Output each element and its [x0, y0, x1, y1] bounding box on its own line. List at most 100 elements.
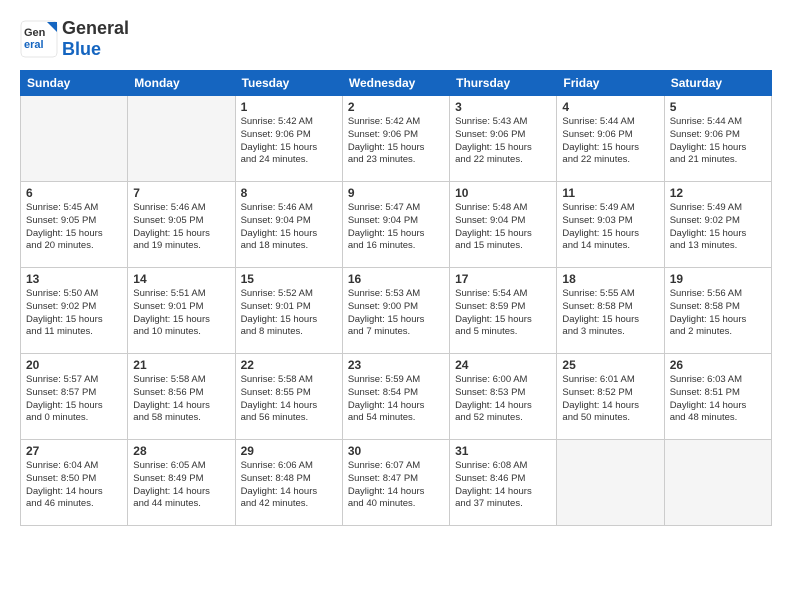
day-info: Sunrise: 5:54 AM Sunset: 8:59 PM Dayligh… [455, 288, 551, 339]
calendar-cell [664, 440, 771, 526]
svg-text:Gen: Gen [24, 27, 46, 39]
day-number: 22 [241, 358, 337, 372]
page-header: Gen eral General Blue [20, 18, 772, 60]
day-number: 18 [562, 272, 658, 286]
day-info: Sunrise: 5:57 AM Sunset: 8:57 PM Dayligh… [26, 374, 122, 425]
calendar-table: SundayMondayTuesdayWednesdayThursdayFrid… [20, 70, 772, 526]
day-info: Sunrise: 6:06 AM Sunset: 8:48 PM Dayligh… [241, 460, 337, 511]
day-info: Sunrise: 6:04 AM Sunset: 8:50 PM Dayligh… [26, 460, 122, 511]
day-number: 30 [348, 444, 444, 458]
day-number: 16 [348, 272, 444, 286]
day-info: Sunrise: 5:59 AM Sunset: 8:54 PM Dayligh… [348, 374, 444, 425]
calendar-cell: 3Sunrise: 5:43 AM Sunset: 9:06 PM Daylig… [450, 96, 557, 182]
day-number: 2 [348, 100, 444, 114]
day-info: Sunrise: 5:46 AM Sunset: 9:05 PM Dayligh… [133, 202, 229, 253]
calendar-cell: 22 Sunrise: 5:58 AM Sunset: 8:55 PM Dayli… [235, 354, 342, 440]
day-info: Sunrise: 5:42 AM Sunset: 9:06 PM Dayligh… [348, 116, 444, 167]
logo: Gen eral General Blue [20, 18, 129, 60]
calendar-cell: 16 Sunrise: 5:53 AM Sunset: 9:00 PM Dayli… [342, 268, 449, 354]
day-number: 24 [455, 358, 551, 372]
day-number: 27 [26, 444, 122, 458]
calendar-body: 1 Sunrise: 5:42 AM Sunset: 9:06 PM Daylig… [21, 96, 772, 526]
calendar-cell [21, 96, 128, 182]
calendar-week-row: 6 Sunrise: 5:45 AM Sunset: 9:05 PM Daylig… [21, 182, 772, 268]
day-number: 3 [455, 100, 551, 114]
day-info: Sunrise: 5:49 AM Sunset: 9:03 PM Dayligh… [562, 202, 658, 253]
calendar-week-row: 1 Sunrise: 5:42 AM Sunset: 9:06 PM Daylig… [21, 96, 772, 182]
day-info: Sunrise: 5:51 AM Sunset: 9:01 PM Dayligh… [133, 288, 229, 339]
calendar-cell: 30 Sunrise: 6:07 AM Sunset: 8:47 PM Dayli… [342, 440, 449, 526]
day-number: 25 [562, 358, 658, 372]
weekday-header-monday: Monday [128, 71, 235, 96]
day-info: Sunrise: 5:49 AM Sunset: 9:02 PM Dayligh… [670, 202, 766, 253]
calendar-cell: 15Sunrise: 5:52 AM Sunset: 9:01 PM Dayli… [235, 268, 342, 354]
weekday-header-row: SundayMondayTuesdayWednesdayThursdayFrid… [21, 71, 772, 96]
calendar-cell: 27 Sunrise: 6:04 AM Sunset: 8:50 PM Dayli… [21, 440, 128, 526]
calendar-cell: 21 Sunrise: 5:58 AM Sunset: 8:56 PM Dayli… [128, 354, 235, 440]
weekday-header-friday: Friday [557, 71, 664, 96]
day-info: Sunrise: 6:07 AM Sunset: 8:47 PM Dayligh… [348, 460, 444, 511]
day-info: Sunrise: 5:50 AM Sunset: 9:02 PM Dayligh… [26, 288, 122, 339]
logo-blue: Blue [62, 39, 101, 59]
day-info: Sunrise: 6:03 AM Sunset: 8:51 PM Dayligh… [670, 374, 766, 425]
day-number: 15 [241, 272, 337, 286]
calendar-cell: 12 Sunrise: 5:49 AM Sunset: 9:02 PM Dayli… [664, 182, 771, 268]
calendar-cell: 11Sunrise: 5:49 AM Sunset: 9:03 PM Dayli… [557, 182, 664, 268]
day-info: Sunrise: 5:44 AM Sunset: 9:06 PM Dayligh… [562, 116, 658, 167]
day-info: Sunrise: 5:56 AM Sunset: 8:58 PM Dayligh… [670, 288, 766, 339]
weekday-header-tuesday: Tuesday [235, 71, 342, 96]
logo-general: General [62, 18, 129, 38]
day-number: 13 [26, 272, 122, 286]
day-number: 29 [241, 444, 337, 458]
day-info: Sunrise: 5:44 AM Sunset: 9:06 PM Dayligh… [670, 116, 766, 167]
day-number: 4 [562, 100, 658, 114]
calendar-header: SundayMondayTuesdayWednesdayThursdayFrid… [21, 71, 772, 96]
calendar-cell: 14Sunrise: 5:51 AM Sunset: 9:01 PM Dayli… [128, 268, 235, 354]
calendar-cell: 31Sunrise: 6:08 AM Sunset: 8:46 PM Dayli… [450, 440, 557, 526]
day-number: 7 [133, 186, 229, 200]
day-number: 9 [348, 186, 444, 200]
day-info: Sunrise: 6:01 AM Sunset: 8:52 PM Dayligh… [562, 374, 658, 425]
day-info: Sunrise: 5:58 AM Sunset: 8:55 PM Dayligh… [241, 374, 337, 425]
calendar-cell: 23 Sunrise: 5:59 AM Sunset: 8:54 PM Dayli… [342, 354, 449, 440]
calendar-cell: 7 Sunrise: 5:46 AM Sunset: 9:05 PM Daylig… [128, 182, 235, 268]
calendar-week-row: 27 Sunrise: 6:04 AM Sunset: 8:50 PM Dayli… [21, 440, 772, 526]
day-number: 6 [26, 186, 122, 200]
calendar-cell: 25 Sunrise: 6:01 AM Sunset: 8:52 PM Dayli… [557, 354, 664, 440]
calendar-cell: 13 Sunrise: 5:50 AM Sunset: 9:02 PM Dayli… [21, 268, 128, 354]
day-info: Sunrise: 5:58 AM Sunset: 8:56 PM Dayligh… [133, 374, 229, 425]
day-number: 19 [670, 272, 766, 286]
day-number: 31 [455, 444, 551, 458]
calendar-cell: 20Sunrise: 5:57 AM Sunset: 8:57 PM Dayli… [21, 354, 128, 440]
day-number: 10 [455, 186, 551, 200]
day-number: 8 [241, 186, 337, 200]
calendar-week-row: 20Sunrise: 5:57 AM Sunset: 8:57 PM Dayli… [21, 354, 772, 440]
day-info: Sunrise: 5:53 AM Sunset: 9:00 PM Dayligh… [348, 288, 444, 339]
calendar-week-row: 13 Sunrise: 5:50 AM Sunset: 9:02 PM Dayli… [21, 268, 772, 354]
logo-svg: Gen eral [20, 20, 58, 58]
calendar-cell: 8Sunrise: 5:46 AM Sunset: 9:04 PM Daylig… [235, 182, 342, 268]
day-number: 1 [241, 100, 337, 114]
day-number: 23 [348, 358, 444, 372]
day-info: Sunrise: 5:48 AM Sunset: 9:04 PM Dayligh… [455, 202, 551, 253]
calendar-cell: 1 Sunrise: 5:42 AM Sunset: 9:06 PM Daylig… [235, 96, 342, 182]
day-info: Sunrise: 5:55 AM Sunset: 8:58 PM Dayligh… [562, 288, 658, 339]
calendar-cell: 18 Sunrise: 5:55 AM Sunset: 8:58 PM Dayli… [557, 268, 664, 354]
calendar-cell: 24 Sunrise: 6:00 AM Sunset: 8:53 PM Dayli… [450, 354, 557, 440]
weekday-header-sunday: Sunday [21, 71, 128, 96]
day-number: 12 [670, 186, 766, 200]
calendar-cell: 6 Sunrise: 5:45 AM Sunset: 9:05 PM Daylig… [21, 182, 128, 268]
weekday-header-thursday: Thursday [450, 71, 557, 96]
calendar-cell: 28Sunrise: 6:05 AM Sunset: 8:49 PM Dayli… [128, 440, 235, 526]
day-info: Sunrise: 5:45 AM Sunset: 9:05 PM Dayligh… [26, 202, 122, 253]
day-info: Sunrise: 6:05 AM Sunset: 8:49 PM Dayligh… [133, 460, 229, 511]
day-info: Sunrise: 6:00 AM Sunset: 8:53 PM Dayligh… [455, 374, 551, 425]
calendar-cell: 5Sunrise: 5:44 AM Sunset: 9:06 PM Daylig… [664, 96, 771, 182]
day-info: Sunrise: 5:47 AM Sunset: 9:04 PM Dayligh… [348, 202, 444, 253]
calendar-cell: 2 Sunrise: 5:42 AM Sunset: 9:06 PM Daylig… [342, 96, 449, 182]
calendar-cell: 19 Sunrise: 5:56 AM Sunset: 8:58 PM Dayli… [664, 268, 771, 354]
calendar-cell [557, 440, 664, 526]
calendar-cell: 17Sunrise: 5:54 AM Sunset: 8:59 PM Dayli… [450, 268, 557, 354]
day-info: Sunrise: 5:42 AM Sunset: 9:06 PM Dayligh… [241, 116, 337, 167]
day-number: 21 [133, 358, 229, 372]
